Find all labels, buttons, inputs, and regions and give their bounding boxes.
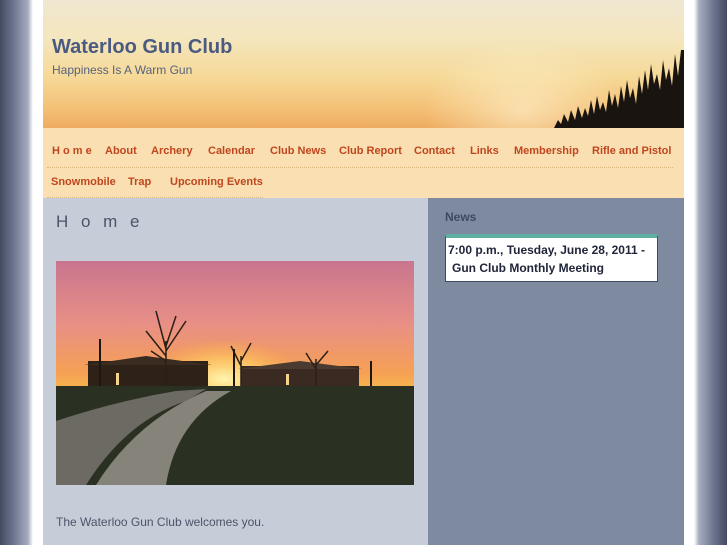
nav-item-about[interactable]: About — [105, 145, 137, 157]
nav-item-snowmobile[interactable]: Snowmobile — [51, 176, 116, 188]
treeline-silhouette-image — [554, 50, 684, 128]
news-list: 7:00 p.m., Tuesday, June 28, 2011 - Gun … — [445, 234, 658, 282]
nav-item-upcoming-events[interactable]: Upcoming Events — [170, 176, 263, 188]
nav-item-trap[interactable]: Trap — [128, 176, 151, 188]
nav-item-club-report[interactable]: Club Report — [339, 145, 402, 157]
news-item-date[interactable]: 7:00 p.m., Tuesday, June 28, 2011 - — [448, 243, 645, 257]
site-header: Waterloo Gun Club Happiness Is A Warm Gu… — [43, 0, 684, 128]
page-title: H o m e — [56, 212, 144, 231]
main-navigation: H o m e About Archery Calendar Club News… — [43, 128, 684, 198]
page-container: Waterloo Gun Club Happiness Is A Warm Gu… — [33, 0, 694, 545]
nav-item-contact[interactable]: Contact — [414, 145, 455, 157]
sidebar: News 7:00 p.m., Tuesday, June 28, 2011 -… — [428, 198, 684, 545]
photo-illustration — [56, 261, 414, 485]
news-heading: News — [445, 210, 477, 224]
nav-item-calendar[interactable]: Calendar — [208, 145, 255, 157]
nav-item-club-news[interactable]: Club News — [270, 145, 326, 157]
nav-item-archery[interactable]: Archery — [151, 145, 193, 157]
site-tagline: Happiness Is A Warm Gun — [52, 63, 193, 77]
news-item[interactable]: 7:00 p.m., Tuesday, June 28, 2011 - Gun … — [448, 241, 658, 277]
nav-row-divider — [47, 167, 673, 168]
nav-item-membership[interactable]: Membership — [514, 145, 579, 157]
sunset-clubhouse-photo — [56, 261, 414, 485]
nav-item-links[interactable]: Links — [470, 145, 499, 157]
news-item-title[interactable]: Gun Club Monthly Meeting — [448, 259, 658, 277]
nav-item-home[interactable]: H o m e — [52, 145, 92, 157]
welcome-text: The Waterloo Gun Club welcomes you. — [56, 515, 265, 529]
main-content: H o m e The Waterloo Gun Club welcomes y… — [43, 198, 428, 545]
nav-item-rifle-and-pistol[interactable]: Rifle and Pistol — [592, 145, 671, 157]
site-title[interactable]: Waterloo Gun Club — [52, 36, 232, 59]
